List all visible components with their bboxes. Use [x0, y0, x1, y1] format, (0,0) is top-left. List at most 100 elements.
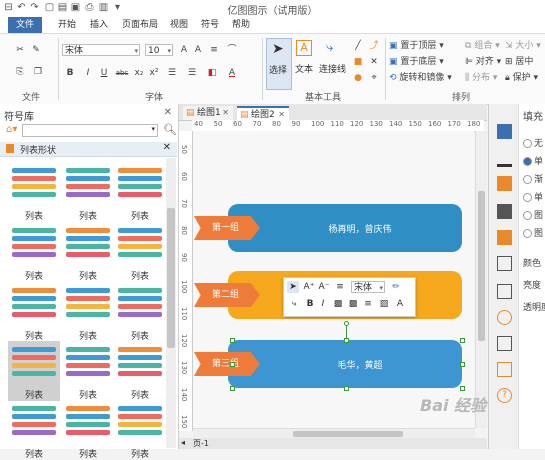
grow-font-icon[interactable]: A⁺: [303, 281, 315, 293]
point-tool-icon[interactable]: ⌖: [368, 72, 380, 84]
brush-icon[interactable]: ✎: [30, 44, 42, 56]
font-name-select[interactable]: 宋体 ▾: [62, 44, 140, 56]
comment-tool-icon[interactable]: [497, 362, 512, 377]
fill-option-single[interactable]: 单: [523, 190, 543, 203]
line-color-icon[interactable]: ▩: [347, 298, 359, 310]
tab-drawing-1[interactable]: ▤ 绘图1 ✕: [183, 106, 233, 120]
selection-handle[interactable]: [230, 386, 235, 391]
tab-insert[interactable]: 插入: [86, 17, 112, 33]
fill-option-image[interactable]: 图: [523, 226, 543, 239]
selection-handle[interactable]: [460, 362, 465, 367]
underline-button[interactable]: U: [98, 67, 110, 79]
fill-option-none[interactable]: 无: [523, 136, 543, 149]
library-item[interactable]: 列表: [62, 400, 114, 460]
fill-option-pattern[interactable]: 图: [523, 208, 543, 221]
highlight-icon[interactable]: ◧: [206, 67, 218, 79]
copy-icon[interactable]: ❐: [32, 66, 44, 78]
fill-icon[interactable]: ▩: [332, 298, 344, 310]
grow-font-icon[interactable]: A: [178, 44, 190, 56]
rectangle-tool-icon[interactable]: ■: [352, 56, 364, 68]
library-item[interactable]: 列表: [8, 222, 60, 282]
line-style-icon[interactable]: ⌒: [226, 44, 238, 56]
line-tool-icon[interactable]: [497, 149, 512, 167]
font-color-icon[interactable]: A: [394, 298, 406, 310]
bold-button[interactable]: B: [305, 298, 315, 310]
paste-icon[interactable]: ⎘: [14, 66, 26, 78]
selection-handle[interactable]: [230, 338, 235, 343]
format-painter-icon[interactable]: ✂: [14, 44, 26, 56]
tab-file[interactable]: 文件: [8, 17, 42, 33]
close-icon[interactable]: ✕: [164, 107, 172, 118]
library-search-input[interactable]: ▾: [22, 124, 158, 137]
strikethrough-button[interactable]: abc: [114, 67, 130, 79]
library-item[interactable]: 列表: [8, 162, 60, 222]
library-item[interactable]: 列表: [114, 222, 166, 282]
subscript-button[interactable]: x₂: [133, 67, 145, 79]
shadow-tool-icon[interactable]: [497, 176, 512, 191]
library-item[interactable]: 列表: [62, 341, 114, 401]
page-tab[interactable]: 页-1: [193, 438, 209, 449]
ellipse-tool-icon[interactable]: ●: [352, 72, 364, 84]
curve-tool-icon[interactable]: ⤴: [368, 40, 380, 52]
group-button[interactable]: ⧉ 组合 ▾: [465, 40, 500, 52]
align-icon[interactable]: ≡: [334, 281, 346, 293]
italic-button[interactable]: I: [82, 67, 94, 79]
brush-icon[interactable]: ✏: [390, 281, 402, 293]
hyperlink-tool-icon[interactable]: [497, 310, 512, 325]
size-button[interactable]: ⇲ 大小 ▾: [505, 40, 541, 52]
fill-option-solid[interactable]: 单: [523, 154, 543, 167]
paragraph-icon[interactable]: ≡: [362, 298, 374, 310]
page-tool-icon[interactable]: [497, 256, 512, 271]
close-category-icon[interactable]: ✕: [163, 142, 171, 153]
attachment-tool-icon[interactable]: [497, 336, 512, 351]
library-item[interactable]: 列表: [8, 400, 60, 460]
selection-handle[interactable]: [460, 338, 465, 343]
canvas-vertical-scrollbar[interactable]: [475, 131, 487, 428]
fill-option-gradient[interactable]: 渐: [523, 172, 543, 185]
shadow-icon[interactable]: ▨: [378, 298, 390, 310]
close-icon[interactable]: ✕: [222, 106, 229, 120]
font-color-icon[interactable]: A: [226, 67, 238, 79]
italic-button[interactable]: I: [318, 298, 328, 310]
library-item[interactable]: 列表: [62, 282, 114, 342]
library-item[interactable]: 列表: [114, 341, 166, 401]
shrink-font-icon[interactable]: A: [192, 44, 204, 56]
bold-button[interactable]: B: [64, 67, 76, 79]
shrink-font-icon[interactable]: A⁻: [318, 281, 330, 293]
text-tool-button[interactable]: A 文本: [292, 38, 316, 88]
help-icon[interactable]: ?: [497, 388, 512, 403]
library-item[interactable]: 列表: [114, 282, 166, 342]
center-button[interactable]: ⊞ 居中: [505, 56, 533, 68]
page-nav-icon[interactable]: ◂: [181, 438, 185, 447]
bullets-icon[interactable]: ☰: [186, 67, 198, 79]
protect-button[interactable]: 🔒︎ 保护 ▾: [505, 72, 538, 84]
search-icon[interactable]: 🔍︎: [163, 123, 177, 136]
layout-tool-icon[interactable]: [497, 230, 512, 245]
selection-handle[interactable]: [344, 386, 349, 391]
bring-to-front-button[interactable]: ▣ 置于顶层 ▾: [389, 40, 444, 52]
fill-tool-icon[interactable]: [497, 124, 512, 139]
library-item[interactable]: 列表: [8, 282, 60, 342]
distribute-button[interactable]: ⫼ 分布 ▾: [465, 72, 497, 84]
float-font-select[interactable]: 宋体 ▾: [351, 281, 385, 293]
library-item[interactable]: 列表: [8, 341, 60, 401]
image-tool-icon[interactable]: [497, 204, 512, 219]
tab-view[interactable]: 视图: [166, 17, 192, 33]
align-button[interactable]: ⊫ 对齐 ▾: [465, 56, 501, 68]
library-item[interactable]: 列表: [114, 162, 166, 222]
library-item[interactable]: 列表: [62, 222, 114, 282]
connector-tool-button[interactable]: ⤷ 连接线: [318, 38, 346, 88]
library-category-header[interactable]: 列表形状 ✕: [0, 142, 177, 157]
delete-icon[interactable]: ✕: [368, 56, 380, 68]
pointer-icon[interactable]: ➤: [287, 281, 299, 293]
selection-handle[interactable]: [230, 362, 235, 367]
selection-handle[interactable]: [344, 338, 349, 343]
tab-drawing-2[interactable]: ▤ 绘图2 ✕: [237, 106, 289, 120]
list-tag[interactable]: 第一组: [194, 216, 260, 240]
rotate-mirror-button[interactable]: ⟲ 旋转和镜像 ▾: [389, 72, 452, 84]
library-scrollbar[interactable]: [166, 158, 176, 448]
list-tag[interactable]: 第二组: [194, 283, 260, 307]
tab-page-layout[interactable]: 页面布局: [117, 17, 163, 33]
tab-help[interactable]: 帮助: [228, 17, 254, 33]
chevron-down-icon[interactable]: ▾: [151, 125, 155, 133]
